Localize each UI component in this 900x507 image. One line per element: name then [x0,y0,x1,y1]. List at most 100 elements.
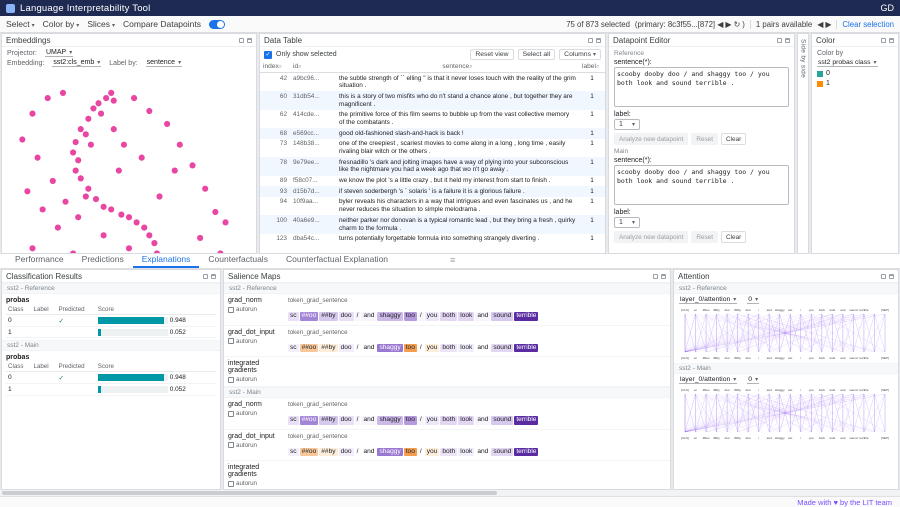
datapoint-dot[interactable] [78,175,84,181]
datapoint-dot[interactable] [75,157,81,163]
salience-token[interactable]: doo [339,312,354,321]
side-by-side-label[interactable]: Side by side [800,39,807,78]
datapoint-dot[interactable] [126,245,132,251]
reset-view-button[interactable]: Reset view [470,49,513,60]
salience-token[interactable]: ##by [319,416,337,425]
salience-token[interactable]: sound [491,312,513,321]
autorun-checkbox[interactable] [228,338,234,344]
salience-token[interactable]: you [425,312,440,321]
salience-token[interactable]: you [425,416,440,425]
salience-token[interactable]: / [418,416,424,425]
clear-button[interactable]: Clear [721,133,746,145]
horizontal-scrollbar[interactable] [0,490,900,496]
salience-token[interactable]: sc [288,312,299,321]
datapoint-dot[interactable] [202,186,208,192]
datapoint-dot[interactable] [222,219,228,225]
maximize-icon[interactable] [203,274,208,279]
color-by-menu[interactable]: Color by [43,19,80,29]
tab-counterfactual-explanation[interactable]: Counterfactual Explanation [277,252,397,268]
salience-token[interactable]: shaggy [377,344,402,353]
maximize-icon[interactable] [881,274,886,279]
embedding-scatter[interactable] [2,67,256,254]
table-row[interactable]: 9410f9aa...byler reveals his characters … [260,197,605,215]
salience-token[interactable]: both [440,344,457,353]
datapoint-dot[interactable] [111,126,117,132]
salience-token[interactable]: doo [339,448,354,457]
salience-token[interactable]: both [440,312,457,321]
salience-token[interactable]: look [458,344,474,353]
datapoint-dot[interactable] [103,95,109,101]
search-icon[interactable] [596,63,599,70]
salience-token[interactable]: sc [288,416,299,425]
datapoint-dot[interactable] [189,162,195,168]
datapoint-dot[interactable] [177,142,183,148]
datapoint-dot[interactable] [146,108,152,114]
datapoint-dot[interactable] [75,214,81,220]
salience-token[interactable]: / [355,344,361,353]
datapoint-dot[interactable] [83,131,89,137]
tab-predictions[interactable]: Predictions [73,252,133,268]
sentence-input[interactable]: scooby dooby doo / and shaggy too / you … [614,67,789,107]
datapoint-dot[interactable] [118,212,124,218]
salience-token[interactable]: and [475,448,490,457]
salience-token[interactable]: shaggy [377,312,402,321]
salience-token[interactable]: you [425,448,440,457]
salience-token[interactable]: and [361,344,376,353]
maximize-icon[interactable] [588,38,593,43]
datapoint-dot[interactable] [55,224,61,230]
column-header-index[interactable]: index [260,62,290,73]
datapoint-dot[interactable] [40,206,46,212]
autorun-checkbox[interactable] [228,442,234,448]
salience-token[interactable]: look [458,416,474,425]
datapoint-dot[interactable] [60,90,66,96]
column-header-sentence[interactable]: sentence [336,62,579,73]
attention-visualization[interactable]: [CLS][CLS]scsc##oo##oo##by##bydoodoo##by… [677,385,893,441]
salience-token[interactable]: too [404,312,417,321]
datapoint-dot[interactable] [35,155,41,161]
datapoint-dot[interactable] [139,155,145,161]
datapoint-dot[interactable] [134,219,140,225]
datapoint-dot[interactable] [29,245,35,251]
datapoint-dot[interactable] [164,121,170,127]
tab-performance[interactable]: Performance [6,252,73,268]
table-row[interactable]: 10040a6e9...neither parker nor donovan i… [260,215,605,233]
datapoint-dot[interactable] [146,232,152,238]
datapoint-dot[interactable] [116,167,122,173]
salience-token[interactable]: ##by [319,312,337,321]
salience-token[interactable]: shaggy [377,448,402,457]
maximize-icon[interactable] [777,38,782,43]
maximize-icon[interactable] [653,274,658,279]
pairs-nav[interactable]: ◀ ▶ [817,20,831,29]
maximize-icon[interactable] [881,38,886,43]
popout-icon[interactable] [889,38,894,43]
salience-token[interactable]: and [361,416,376,425]
color-by-select[interactable]: sst2 probas class [817,59,878,67]
only-show-selected-checkbox[interactable] [264,51,272,59]
salience-token[interactable]: terrible [514,344,538,353]
salience-token[interactable]: too [404,416,417,425]
datapoint-dot[interactable] [101,204,107,210]
projector-select[interactable]: UMAP [45,49,73,57]
clear-selection-button[interactable]: Clear selection [842,20,894,29]
salience-token[interactable]: / [355,448,361,457]
search-icon[interactable] [279,63,282,70]
popout-icon[interactable] [247,38,252,43]
datapoint-dot[interactable] [50,178,56,184]
datapoint-dot[interactable] [131,95,137,101]
salience-token[interactable]: and [475,312,490,321]
salience-token[interactable]: both [440,448,457,457]
salience-token[interactable]: / [355,312,361,321]
datapoint-dot[interactable] [29,111,35,117]
datapoint-dot[interactable] [172,167,178,173]
column-header-id[interactable]: id [290,62,336,73]
datapoint-dot[interactable] [101,232,107,238]
drag-handle-icon[interactable] [450,255,455,265]
datapoint-dot[interactable] [121,142,127,148]
salience-token[interactable]: sc [288,344,299,353]
salience-token[interactable]: ##oo [300,344,319,353]
attention-head-select[interactable]: 0 [747,296,759,304]
column-header-label[interactable]: label [579,62,605,73]
search-icon[interactable] [469,63,472,70]
slices-menu[interactable]: Slices [87,19,115,29]
salience-token[interactable]: ##oo [300,448,319,457]
